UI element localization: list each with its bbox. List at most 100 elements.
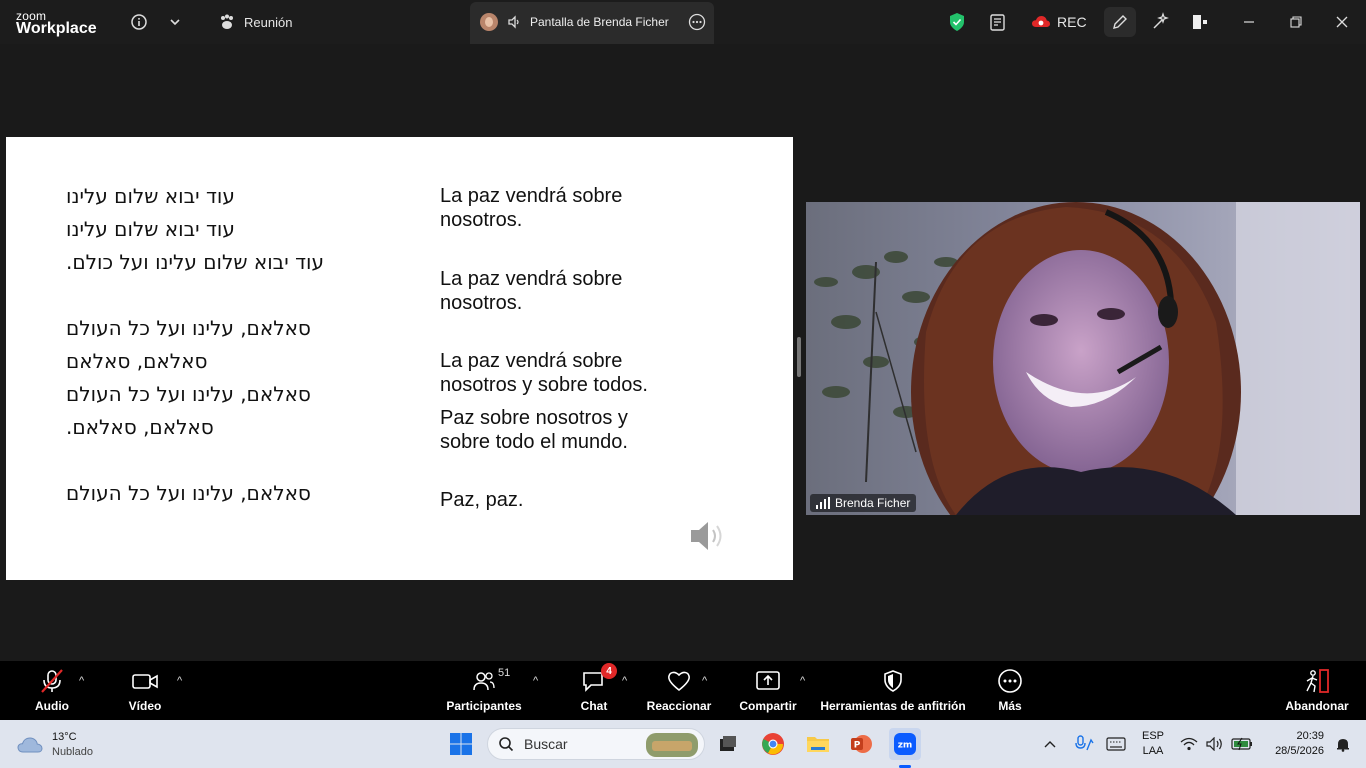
video-button[interactable]: Vídeo	[124, 667, 166, 717]
cloud-record-icon	[1032, 16, 1050, 27]
pencil-icon	[1113, 15, 1127, 29]
meeting-info-icon[interactable]	[130, 8, 148, 36]
title-bar: zoom Workplace Reunión Pantalla de Brend…	[0, 0, 1366, 44]
participant-video[interactable]: Brenda Ficher	[806, 202, 1360, 515]
participants-icon	[473, 672, 495, 691]
more-label: Más	[998, 699, 1022, 713]
video-frame-image	[806, 202, 1360, 515]
restore-button[interactable]	[1289, 8, 1303, 36]
meeting-tab[interactable]: Reunión	[218, 8, 292, 36]
host-tools-label: Herramientas de anfitrión	[820, 699, 966, 713]
taskbar-app-task-view[interactable]	[712, 728, 744, 760]
participant-name: Brenda Ficher	[835, 496, 911, 510]
hebrew-line: סאלאם, סאלאם	[66, 349, 208, 373]
leave-icon	[1306, 669, 1329, 693]
shield-icon[interactable]	[948, 8, 966, 36]
layout-toggle-icon[interactable]	[1190, 8, 1210, 36]
microphone-muted-icon	[41, 669, 63, 693]
taskbar-app-file-explorer[interactable]	[802, 728, 834, 760]
spanish-line: nosotros.	[440, 292, 523, 314]
spanish-verse: La paz vendrá sobre nosotros.	[440, 267, 740, 315]
share-tab-label: Pantalla de Brenda Ficher	[530, 15, 669, 29]
search-highlight-image	[646, 733, 698, 757]
taskbar-app-powerpoint[interactable]: P	[845, 728, 877, 760]
spanish-line: nosotros.	[440, 209, 523, 231]
svg-text:zm: zm	[898, 741, 913, 751]
share-label: Compartir	[739, 699, 797, 713]
meeting-stage: עוד יבוא שלום עלינו עוד יבוא שלום עלינו …	[0, 44, 1366, 661]
input-language-button[interactable]: ESP LAA	[1136, 729, 1170, 759]
close-button[interactable]	[1335, 8, 1349, 36]
lang-line1: ESP	[1141, 730, 1164, 742]
participants-button[interactable]: 51 Participantes	[446, 667, 522, 717]
more-options-icon[interactable]	[688, 13, 706, 31]
video-options-chevron-icon[interactable]: ^	[177, 675, 182, 687]
cloud-icon	[17, 737, 43, 753]
react-button[interactable]: Reaccionar	[647, 667, 711, 717]
audio-speaker-icon[interactable]	[688, 517, 728, 555]
notifications-bell-icon[interactable]	[1330, 728, 1356, 760]
share-button[interactable]: Compartir	[738, 667, 798, 717]
hebrew-line: עוד יבוא שלום עלינו	[66, 217, 235, 241]
annotate-button[interactable]	[1104, 7, 1136, 37]
battery-icon[interactable]	[1228, 728, 1256, 760]
share-options-chevron-icon[interactable]: ^	[800, 675, 805, 687]
shared-slide: עוד יבוא שלום עלינו עוד יבוא שלום עלינו …	[6, 137, 793, 580]
folder-icon	[807, 737, 829, 752]
host-shield-icon	[884, 670, 902, 692]
share-screen-icon	[756, 671, 780, 690]
hebrew-line: סאלאם, סאלאם.	[66, 415, 214, 439]
wifi-icon[interactable]	[1176, 728, 1202, 760]
meeting-tab-label: Reunión	[244, 14, 293, 30]
show-hidden-icons-chevron-icon[interactable]	[1036, 728, 1064, 760]
weather-desc: Nublado	[52, 746, 93, 758]
search-placeholder: Buscar	[524, 736, 568, 752]
paw-icon	[221, 14, 233, 29]
spanish-line: sobre todo el mundo.	[440, 431, 628, 453]
minimize-button[interactable]	[1242, 8, 1256, 36]
hebrew-line: סאלאם, עלינו ועל כל העולם	[66, 481, 311, 505]
participants-label: Participantes	[446, 699, 522, 713]
ai-companion-icon[interactable]	[1150, 8, 1170, 36]
screen-share-tab[interactable]: Pantalla de Brenda Ficher	[470, 2, 714, 44]
volume-icon[interactable]	[1202, 728, 1228, 760]
speaker-icon	[508, 15, 519, 29]
weather-temp: 13°C	[52, 731, 77, 743]
host-tools-button[interactable]: Herramientas de anfitrión	[820, 667, 966, 717]
spanish-verse: Paz, paz.	[440, 488, 740, 512]
split-drag-handle[interactable]	[797, 337, 801, 377]
keyboard-icon[interactable]	[1100, 728, 1132, 760]
audio-options-chevron-icon[interactable]: ^	[79, 675, 84, 687]
chat-options-chevron-icon[interactable]: ^	[622, 675, 627, 687]
heart-icon	[667, 671, 691, 692]
chat-button[interactable]: 4 Chat	[576, 663, 617, 717]
participants-options-chevron-icon[interactable]: ^	[533, 675, 538, 687]
clock-date: 28/5/2026	[1275, 745, 1324, 757]
audio-button[interactable]: Audio	[30, 667, 74, 717]
clock-time: 20:39	[1296, 730, 1324, 742]
hebrew-line: עוד יבוא שלום עלינו ועל כולם.	[66, 250, 324, 274]
participants-count: 51	[498, 667, 511, 679]
summary-icon[interactable]	[988, 8, 1008, 36]
chrome-icon	[762, 733, 784, 755]
chevron-down-icon[interactable]	[168, 8, 182, 36]
search-icon	[499, 737, 514, 752]
record-button[interactable]: REC	[1031, 8, 1087, 36]
leave-button[interactable]: Abandonar	[1284, 667, 1350, 717]
taskbar-search-input[interactable]: Buscar	[487, 728, 705, 760]
lang-line2: LAA	[1142, 745, 1164, 757]
taskbar-app-zoom[interactable]: zm	[889, 728, 921, 760]
rec-label: REC	[1057, 14, 1087, 30]
mic-in-use-icon[interactable]	[1068, 728, 1100, 760]
react-options-chevron-icon[interactable]: ^	[702, 675, 707, 687]
taskbar-app-chrome[interactable]	[757, 728, 789, 760]
more-button[interactable]: Más	[990, 667, 1030, 717]
weather-widget[interactable]: 13°C Nublado	[16, 730, 93, 760]
clock[interactable]: 20:39 28/5/2026	[1262, 729, 1324, 759]
avatar	[480, 13, 498, 31]
zoom-app-icon: zm	[894, 733, 916, 755]
spanish-verse: Paz sobre nosotros y sobre todo el mundo…	[440, 406, 740, 454]
start-button[interactable]	[445, 728, 477, 760]
windows-taskbar: 13°C Nublado Buscar P zm ESP LAA 20:39 2…	[0, 720, 1366, 768]
more-icon	[998, 669, 1022, 693]
